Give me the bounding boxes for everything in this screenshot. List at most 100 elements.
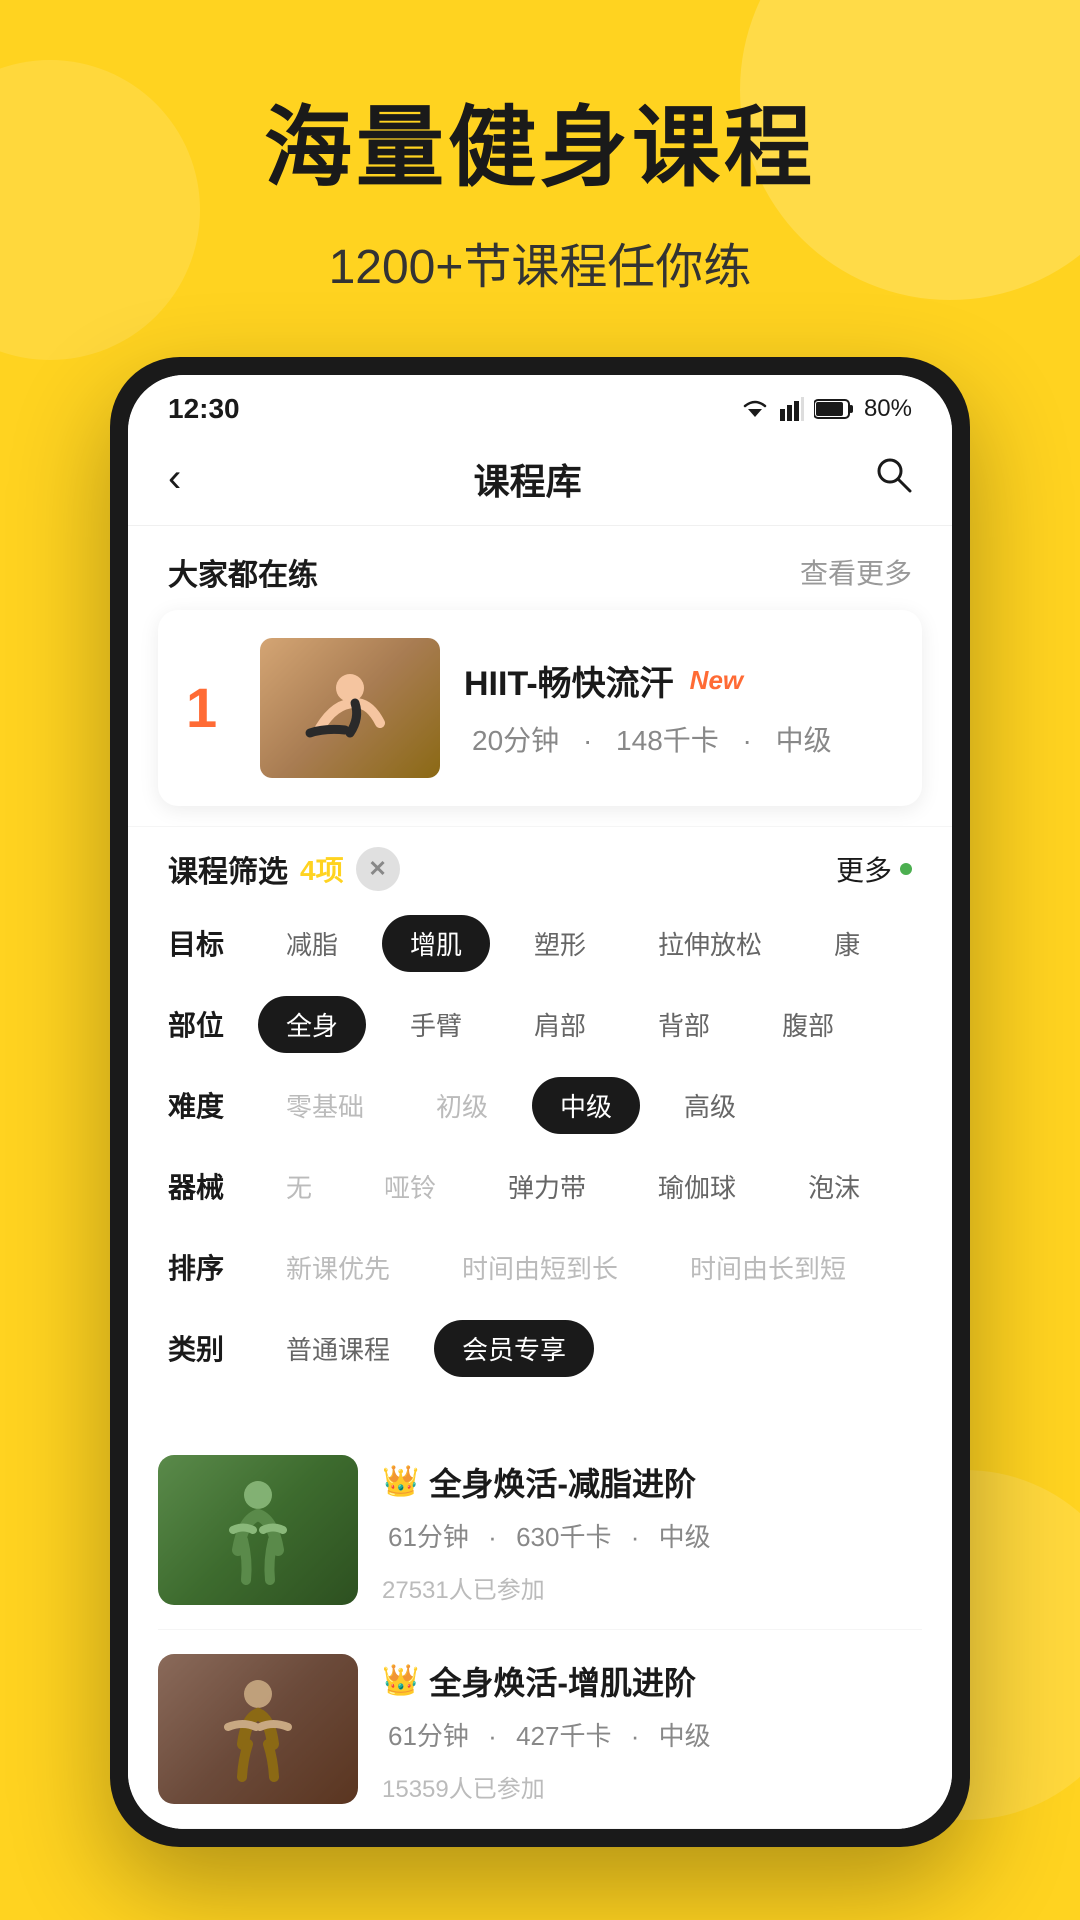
tag-back[interactable]: 背部 [630,996,738,1053]
filter-row-goal: 目标 减脂 增肌 塑形 拉伸放松 康 [168,915,912,972]
filter-more[interactable]: 更多 [836,849,912,889]
filter-tags-equipment: 无 哑铃 弹力带 瑜伽球 泡沫 [258,1158,912,1215]
filter-tags-category: 普通课程 会员专享 [258,1320,912,1377]
course-item-2[interactable]: 👑 全身焕活-增肌进阶 61分钟 · 427千卡 · 中级 15359人已参加 [158,1630,922,1829]
search-icon [874,455,912,493]
tag-sort-new[interactable]: 新课优先 [258,1239,418,1296]
dot1: · [488,1522,497,1552]
filter-category-type: 类别 [168,1328,238,1368]
filter-clear-button[interactable]: ✕ [356,847,400,891]
course-title-1: 全身焕活-减脂进阶 [429,1459,696,1505]
tag-no-equipment[interactable]: 无 [258,1158,340,1215]
course-item-1[interactable]: 👑 全身焕活-减脂进阶 61分钟 · 630千卡 · 中级 27531人已参加 [158,1431,922,1630]
tag-muscle-gain[interactable]: 增肌 [382,915,490,972]
course-title-2: 全身焕活-增肌进阶 [429,1658,696,1704]
phone-wrapper: 12:30 [0,357,1080,1847]
wifi-icon [740,397,770,421]
featured-title-row: HIIT-畅快流汗 New [464,656,894,705]
back-button[interactable]: ‹ [168,456,181,501]
popular-section-header: 大家都在练 查看更多 [128,526,952,610]
course-participants-2: 15359人已参加 [382,1769,922,1804]
featured-card[interactable]: 1 [158,610,922,806]
tag-stretch[interactable]: 拉伸放松 [630,915,790,972]
main-title: 海量健身课程 [0,100,1080,197]
course-duration-2: 61分钟 [388,1721,469,1751]
signal-icon [780,397,804,421]
tag-sort-short-to-long[interactable]: 时间由短到长 [434,1239,646,1296]
filter-category-difficulty: 难度 [168,1085,238,1125]
dot3: · [488,1721,497,1751]
course-participants-1: 27531人已参加 [382,1570,922,1605]
course-workout-1 [188,1470,328,1590]
status-time: 12:30 [168,393,240,425]
filter-tags-sort: 新课优先 时间由短到长 时间由长到短 [258,1239,912,1296]
crown-icon-2: 👑 [382,1663,419,1698]
featured-info: HIIT-畅快流汗 New 20分钟 · 148千卡 · 中级 [464,656,894,759]
tag-beginner[interactable]: 零基础 [258,1077,392,1134]
tag-shape[interactable]: 塑形 [506,915,614,972]
course-meta-2: 61分钟 · 427千卡 · 中级 [382,1716,922,1753]
search-button[interactable] [874,455,912,502]
tag-abs[interactable]: 腹部 [754,996,862,1053]
featured-meta: 20分钟 · 148千卡 · 中级 [464,719,894,759]
status-bar: 12:30 [128,375,952,433]
tag-intermediate[interactable]: 中级 [532,1077,640,1134]
page-background: 海量健身课程 1200+节课程任你练 12:30 [0,0,1080,1920]
filter-header-row: 课程筛选 4项 ✕ 更多 [168,847,912,891]
featured-calories: 148千卡 [616,725,719,756]
header-section: 海量健身课程 1200+节课程任你练 [0,0,1080,357]
filter-category-sort: 排序 [168,1247,238,1287]
featured-course-title: HIIT-畅快流汗 [464,656,674,705]
course-image-1 [158,1455,358,1605]
course-info-2: 👑 全身焕活-增肌进阶 61分钟 · 427千卡 · 中级 15359人已参加 [382,1654,922,1804]
dot4: · [631,1721,640,1751]
featured-rank: 1 [186,675,236,740]
course-workout-2 [188,1669,328,1789]
course-figure-2 [158,1654,358,1804]
tag-yoga-ball[interactable]: 瑜伽球 [630,1158,764,1215]
course-level-1: 中级 [659,1522,711,1552]
tag-foam-roller[interactable]: 泡沫 [780,1158,888,1215]
status-icons: 80% [740,395,912,423]
filter-category-goal: 目标 [168,923,238,963]
popular-more[interactable]: 查看更多 [800,552,912,592]
tag-dumbbell[interactable]: 哑铃 [356,1158,464,1215]
filter-row-body: 部位 全身 手臂 肩部 背部 腹部 [168,996,912,1053]
filter-row-equipment: 器械 无 哑铃 弹力带 瑜伽球 泡沫 [168,1158,912,1215]
tag-fat-loss[interactable]: 减脂 [258,915,366,972]
tag-rehab[interactable]: 康 [806,915,888,972]
phone-mockup: 12:30 [110,357,970,1847]
nav-title: 课程库 [474,453,582,505]
course-list: 👑 全身焕活-减脂进阶 61分钟 · 630千卡 · 中级 27531人已参加 [128,1421,952,1829]
tag-advanced[interactable]: 高级 [656,1077,764,1134]
phone-screen: 12:30 [128,375,952,1829]
tag-full-body[interactable]: 全身 [258,996,366,1053]
filter-category-body: 部位 [168,1004,238,1044]
course-figure-1 [158,1455,358,1605]
battery-icon [814,398,854,420]
dot-separator-1: · [583,725,592,756]
course-duration-1: 61分钟 [388,1522,469,1552]
filter-section: 课程筛选 4项 ✕ 更多 目标 减脂 [128,826,952,1421]
filter-row-difficulty: 难度 零基础 初级 中级 高级 [168,1077,912,1134]
course-calories-2: 427千卡 [516,1721,611,1751]
tag-shoulders[interactable]: 肩部 [506,996,614,1053]
tag-resistance-band[interactable]: 弹力带 [480,1158,614,1215]
tag-regular[interactable]: 普通课程 [258,1320,418,1377]
filter-tags-difficulty: 零基础 初级 中级 高级 [258,1077,912,1134]
filter-tags-body: 全身 手臂 肩部 背部 腹部 [258,996,912,1053]
course-info-1: 👑 全身焕活-减脂进阶 61分钟 · 630千卡 · 中级 27531人已参加 [382,1455,922,1605]
course-calories-1: 630千卡 [516,1522,611,1552]
filter-count: 4项 [300,849,344,889]
dot2: · [631,1522,640,1552]
workout-figure [290,658,410,758]
course-title-row-1: 👑 全身焕活-减脂进阶 [382,1459,922,1505]
more-dot [900,863,912,875]
tag-arms[interactable]: 手臂 [382,996,490,1053]
course-level-2: 中级 [659,1721,711,1751]
featured-image [260,638,440,778]
tag-elementary[interactable]: 初级 [408,1077,516,1134]
dot-separator-2: · [743,725,752,756]
tag-sort-long-to-short[interactable]: 时间由长到短 [662,1239,874,1296]
tag-member[interactable]: 会员专享 [434,1320,594,1377]
